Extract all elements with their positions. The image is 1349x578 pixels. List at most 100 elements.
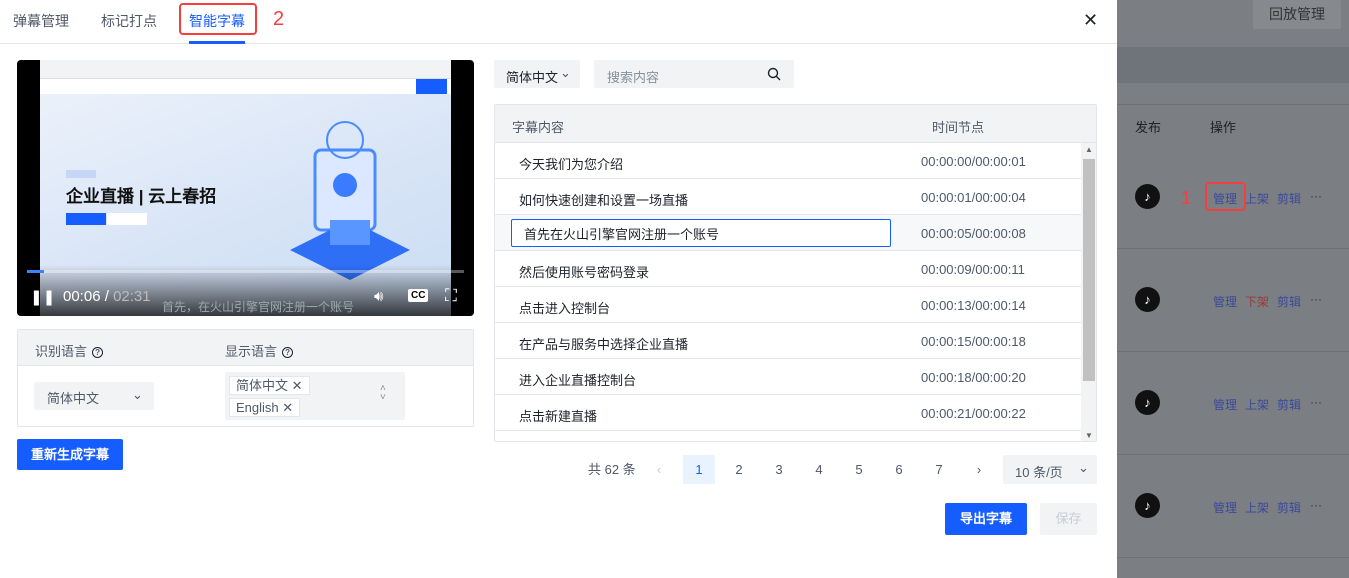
subtitle-modal: 弹幕管理 标记打点 智能字幕 2 ✕ 企业直播 | 云上春招 ❚❚ 00:06 …	[0, 0, 1117, 578]
recognize-label-wrap: 识别语言?	[35, 341, 104, 360]
table-row[interactable]: 点击新建直播 00:00:21/00:00:22	[495, 395, 1081, 431]
manage-link[interactable]: 管理	[1213, 293, 1237, 310]
shelf-link[interactable]: 上架	[1245, 396, 1269, 413]
tab-danmaku[interactable]: 弹幕管理	[13, 11, 69, 31]
help-icon[interactable]: ?	[92, 347, 104, 358]
pause-icon[interactable]: ❚❚	[30, 288, 55, 306]
video-player[interactable]: 企业直播 | 云上春招 ❚❚ 00:06 / 02:31 首先，在火山引擎官网注…	[17, 60, 474, 316]
subtitle-time: 00:00:15/00:00:18	[921, 334, 1026, 349]
save-button[interactable]: 保存	[1040, 503, 1097, 535]
total-count: 共 62 条	[588, 462, 636, 477]
time-display: 00:06 / 02:31	[63, 288, 151, 305]
table-row[interactable]: 如何快速创建和设置一场直播 00:00:01/00:00:04	[495, 179, 1081, 215]
table-header: 字幕内容 时间节点	[495, 105, 1096, 143]
video-hero-text: 企业直播 | 云上春招	[66, 187, 217, 206]
manage-link[interactable]: 管理	[1213, 396, 1237, 413]
page-4[interactable]: 4	[803, 455, 835, 484]
time-separator: /	[104, 288, 109, 305]
col-time: 时间节点	[932, 120, 985, 135]
display-language-multiselect[interactable]: 简体中文 ✕ English ✕ ˄ ˅	[225, 372, 405, 420]
scrollbar-thumb[interactable]	[1083, 159, 1095, 381]
shelf-link[interactable]: 上架	[1245, 499, 1269, 516]
tag-english: English ✕	[229, 398, 301, 417]
annotation-1: 1	[1181, 188, 1192, 208]
shelf-link[interactable]: 下架	[1245, 293, 1269, 310]
cc-icon[interactable]: CC	[408, 289, 429, 302]
page-7[interactable]: 7	[923, 455, 955, 484]
page-1[interactable]: 1	[683, 455, 715, 484]
page-size-select[interactable]: 10 条/页 ⌄	[1003, 455, 1097, 484]
col-publish: 发布	[1135, 120, 1162, 135]
page-6[interactable]: 6	[883, 455, 915, 484]
export-subtitles-button[interactable]: 导出字幕	[945, 503, 1027, 535]
search-placeholder: 搜索内容	[607, 70, 660, 85]
select-value: 10 条/页	[1015, 465, 1063, 480]
tiktok-icon: ♪	[1135, 493, 1160, 518]
more-icon[interactable]: ···	[1310, 189, 1322, 203]
manage-link[interactable]: 管理	[1213, 499, 1237, 516]
replay-management-button[interactable]: 回放管理	[1253, 0, 1341, 29]
clip-link[interactable]: 剪辑	[1277, 293, 1301, 310]
table-row[interactable]: 00:00:05/00:00:08	[495, 215, 1081, 251]
table-row[interactable]: 今天我们为您介绍 00:00:00/00:00:01	[495, 143, 1081, 179]
page-2[interactable]: 2	[723, 455, 755, 484]
page-3[interactable]: 3	[763, 455, 795, 484]
subtitle-time: 00:00:00/00:00:01	[921, 154, 1026, 169]
table-row[interactable]: 点击进入控制台 00:00:13/00:00:14	[495, 287, 1081, 323]
close-icon[interactable]: ✕	[282, 400, 293, 415]
tiktok-icon: ♪	[1135, 390, 1160, 415]
more-icon[interactable]: ···	[1310, 292, 1322, 306]
subtitle-content: 点击新建直播	[519, 409, 598, 424]
fullscreen-icon[interactable]: ⛶	[445, 286, 457, 306]
tag-label: English	[236, 400, 279, 415]
subtitle-language-select[interactable]: 简体中文 ⌄	[494, 60, 580, 88]
site-nav	[40, 79, 451, 94]
scrollbar[interactable]: ▲ ▼	[1081, 143, 1096, 441]
more-icon[interactable]: ···	[1310, 395, 1322, 409]
shelf-link[interactable]: 上架	[1245, 190, 1269, 207]
progress-bar[interactable]	[27, 270, 464, 273]
search-input[interactable]: 搜索内容	[594, 60, 794, 88]
close-icon[interactable]: ✕	[292, 378, 303, 393]
subtitle-edit-input[interactable]	[511, 219, 891, 247]
more-icon[interactable]: ···	[1310, 498, 1322, 512]
close-icon[interactable]: ✕	[1083, 10, 1098, 31]
tab-markers[interactable]: 标记打点	[101, 11, 157, 31]
active-tab-indicator	[189, 41, 245, 44]
divider	[1117, 351, 1349, 352]
subtitle-time: 00:00:01/00:00:04	[921, 190, 1026, 205]
subtitle-time: 00:00:21/00:00:22	[921, 406, 1026, 421]
video-subtitle: 首先，在火山引擎官网注册一个账号	[162, 300, 355, 314]
page-5[interactable]: 5	[843, 455, 875, 484]
help-icon[interactable]: ?	[282, 347, 294, 358]
table-row[interactable]: 在产品与服务中选择企业直播 00:00:15/00:00:18	[495, 323, 1081, 359]
hero-button-primary	[66, 213, 106, 225]
col-action: 操作	[1210, 120, 1237, 135]
volume-icon[interactable]: 🔊︎	[374, 288, 383, 305]
recognize-language-label: 识别语言	[35, 344, 88, 359]
display-language-label: 显示语言	[225, 344, 278, 359]
prev-page-icon[interactable]: ‹	[651, 455, 667, 484]
table-row[interactable]: 进入企业直播控制台 00:00:18/00:00:20	[495, 359, 1081, 395]
divider	[1117, 454, 1349, 455]
chevron-down-icon: ⌄	[1078, 460, 1089, 475]
col-content: 字幕内容	[512, 120, 565, 135]
clip-link[interactable]: 剪辑	[1277, 396, 1301, 413]
subtitle-content: 如何快速创建和设置一场直播	[519, 193, 689, 208]
regenerate-subtitles-button[interactable]: 重新生成字幕	[17, 439, 123, 470]
current-time: 00:06	[63, 288, 101, 305]
next-page-icon[interactable]: ›	[971, 455, 987, 484]
select-value: 简体中文	[47, 391, 100, 406]
divider	[1117, 248, 1349, 249]
scroll-up-icon[interactable]: ▲	[1085, 145, 1093, 154]
search-icon[interactable]	[767, 67, 781, 81]
subtitle-content: 点击进入控制台	[519, 301, 611, 316]
recognize-language-select[interactable]: 简体中文 ⌄	[34, 382, 154, 410]
table-row[interactable]: 然后使用账号密码登录 00:00:09/00:00:11	[495, 251, 1081, 287]
progress-fill	[27, 270, 45, 273]
clip-link[interactable]: 剪辑	[1277, 499, 1301, 516]
chevron-down-icon: ⌄	[560, 65, 571, 80]
scroll-down-icon[interactable]: ▼	[1085, 431, 1093, 440]
subtitle-time: 00:00:09/00:00:11	[921, 262, 1025, 277]
clip-link[interactable]: 剪辑	[1277, 190, 1301, 207]
